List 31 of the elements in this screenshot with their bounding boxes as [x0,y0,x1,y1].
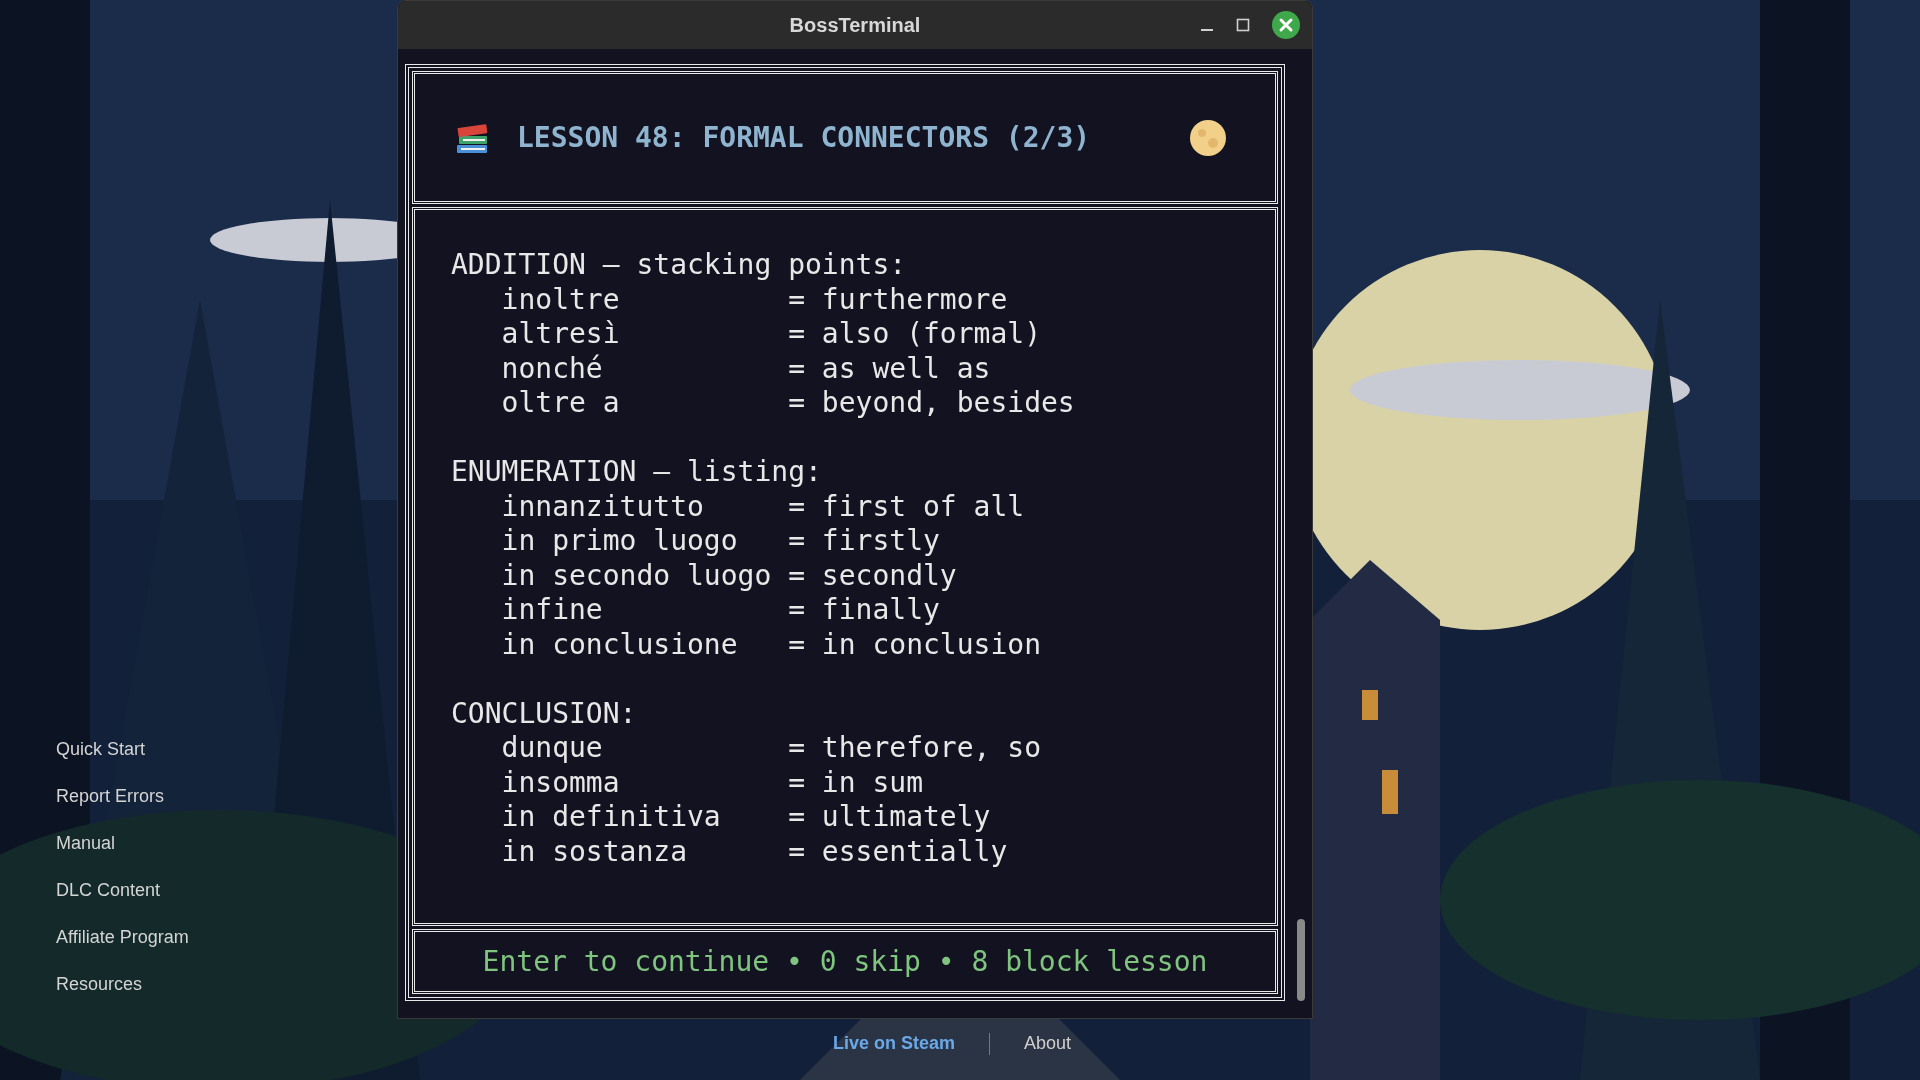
sidebar-link[interactable]: Manual [56,830,116,857]
vocabulary-line: in primo luogo = firstly [500,524,940,559]
moon-icon [1189,118,1227,157]
vocabulary-line: nonché = as well as [500,351,991,386]
section-heading: CONCLUSION: [451,696,637,731]
vocabulary-line: in secondo luogo = secondly [500,558,957,593]
vocabulary-line: in conclusione = in conclusion [500,627,1041,662]
sidebar-link[interactable]: Report Errors [56,783,165,810]
sidebar-link[interactable]: Affiliate Program [56,924,189,951]
footer-link[interactable]: About [1024,1030,1072,1057]
window-title: BossTerminal [789,13,921,38]
vocabulary-line: innanzitutto = first of all [500,489,1025,524]
section-heading: ADDITION — stacking points: [451,248,907,283]
vocabulary-line: inoltre = furthermore [500,282,1008,317]
scrollbar-thumb[interactable] [1297,919,1305,1001]
vocabulary-line: altresì = also (formal) [500,317,1041,352]
footer-link[interactable]: Live on Steam [833,1030,956,1057]
vocabulary-line: dunque = therefore, so [500,731,1041,766]
vocabulary-line: in definitiva = ultimately [500,800,991,835]
lesson-title: LESSON 48: FORMAL CONNECTORS (2/3) [517,119,1092,156]
sidebar-link[interactable]: DLC Content [56,877,161,904]
sidebar-link[interactable]: Resources [56,971,143,998]
section-heading: ENUMERATION — listing: [451,455,822,490]
vocabulary-line: insomma = in sum [500,765,923,800]
vocabulary-line: oltre a = beyond, besides [500,386,1075,421]
maximize-icon[interactable] [1236,18,1250,32]
hint-text: Enter to continue • 0 skip • 8 block lesson [482,943,1208,980]
vocabulary-line: in sostanza = essentially [500,834,1008,869]
vocabulary-line: infine = finally [500,593,940,628]
sidebar-link[interactable]: Quick Start [56,736,146,763]
close-icon[interactable] [1272,11,1300,39]
